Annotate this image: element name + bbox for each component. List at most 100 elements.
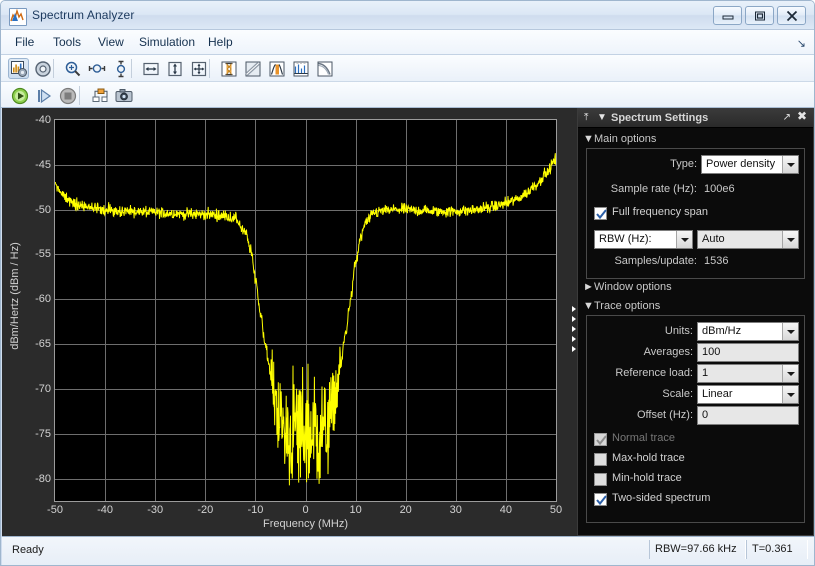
x-axis-tick: -50 — [47, 504, 63, 516]
zoom-y-icon[interactable] — [110, 58, 131, 79]
menu-file[interactable]: File — [13, 35, 36, 49]
peak-finder-icon[interactable] — [242, 58, 263, 79]
menu-help[interactable]: Help — [206, 35, 235, 49]
offset-input[interactable]: 0 — [697, 406, 799, 425]
scale-axes-limits-icon[interactable] — [188, 58, 209, 79]
chevron-down-icon[interactable] — [782, 231, 798, 248]
averages-input[interactable]: 100 — [697, 343, 799, 362]
rbw-mode-value: RBW (Hz): — [599, 233, 652, 245]
chevron-down-icon[interactable] — [782, 323, 798, 340]
chevron-down-icon[interactable] — [782, 365, 798, 382]
caret-expanded-icon: ▼ — [583, 300, 594, 312]
section-window-options[interactable]: ►Window options — [583, 281, 672, 293]
panel-title: Spectrum Settings — [611, 112, 708, 124]
channel-measurements-icon[interactable] — [266, 58, 287, 79]
checkbox-box[interactable] — [594, 493, 607, 506]
reference-load-value: 1 — [702, 367, 708, 379]
x-axis-tick: 10 — [349, 504, 361, 516]
minimize-button[interactable] — [713, 6, 742, 25]
spectrum-settings-icon[interactable] — [32, 58, 53, 79]
status-bar: Ready RBW=97.66 kHz T=0.361 — [2, 536, 814, 565]
plot-axes[interactable]: -40-45-50-55-60-65-70-75-80 -50-40-30-20… — [54, 119, 557, 502]
x-axis-label: Frequency (MHz) — [54, 518, 557, 530]
toolbar-separator — [79, 86, 80, 105]
distortion-measurements-icon[interactable] — [290, 58, 311, 79]
checkbox-box[interactable] — [594, 207, 607, 220]
zoom-in-icon[interactable] — [62, 58, 83, 79]
simulink-model-icon[interactable] — [89, 85, 110, 106]
y-axis-label: dBm/Hertz (dBm / Hz) — [9, 221, 21, 371]
section-trace-options[interactable]: ▼Trace options — [583, 300, 660, 312]
x-axis-tick: -20 — [197, 504, 213, 516]
chevron-down-icon[interactable] — [782, 156, 798, 173]
ccdf-measurements-icon[interactable] — [314, 58, 335, 79]
menu-simulation[interactable]: Simulation — [137, 35, 197, 49]
step-forward-icon[interactable] — [33, 85, 54, 106]
averages-value: 100 — [702, 346, 720, 358]
y-axis-tick: -80 — [35, 473, 51, 485]
pin-icon[interactable]: ⤒ — [584, 112, 588, 123]
checkbox-box[interactable] — [594, 433, 607, 446]
maximize-button[interactable] — [745, 6, 774, 25]
section-label: Main options — [594, 133, 656, 145]
autoscale-x-icon[interactable] — [140, 58, 161, 79]
rbw-value: Auto — [702, 233, 725, 245]
status-message: Ready — [12, 544, 44, 556]
chevron-down-icon[interactable] — [676, 231, 692, 248]
toolbar-separator — [209, 59, 210, 78]
spectrum-settings-panel: ⤒ ▼ Spectrum Settings ↗ ✖ ▼Main options … — [577, 108, 814, 536]
undock-arrow-icon[interactable]: ↗ — [783, 112, 791, 123]
chevron-down-icon[interactable]: ▼ — [597, 112, 607, 123]
cursor-measurements-icon[interactable] — [218, 58, 239, 79]
caret-collapsed-icon: ► — [583, 281, 594, 293]
rbw-mode-select[interactable]: RBW (Hz): — [594, 230, 693, 249]
y-axis-tick: -70 — [35, 383, 51, 395]
close-icon[interactable]: ✖ — [797, 111, 807, 122]
run-icon[interactable] — [9, 85, 30, 106]
offset-value: 0 — [702, 409, 708, 421]
full-frequency-span-label: Full frequency span — [612, 206, 708, 218]
stop-icon[interactable] — [57, 85, 78, 106]
chevron-down-icon[interactable] — [782, 386, 798, 403]
configuration-properties-icon[interactable] — [8, 58, 29, 79]
menu-tools[interactable]: Tools — [51, 35, 83, 49]
sample-rate-value: 100e6 — [704, 183, 735, 195]
spectrum-trace — [55, 120, 556, 501]
type-value: Power density — [706, 158, 775, 170]
zoom-x-icon[interactable] — [86, 58, 107, 79]
y-axis-tick: -60 — [35, 293, 51, 305]
trace-options-group: Units: dBm/Hz Averages: 100 Reference lo… — [586, 315, 805, 523]
x-axis-tick: 30 — [450, 504, 462, 516]
section-label: Window options — [594, 281, 672, 293]
scale-value: Linear — [702, 388, 733, 400]
x-axis-tick: -40 — [97, 504, 113, 516]
type-select[interactable]: Power density — [701, 155, 799, 174]
main-toolbar — [1, 55, 814, 82]
reference-load-select[interactable]: 1 — [697, 364, 799, 383]
spectrum-plot[interactable]: dBm/Hertz (dBm / Hz) Frequency (MHz) -40… — [2, 108, 572, 536]
y-axis-tick: -65 — [35, 338, 51, 350]
offset-label: Offset (Hz): — [587, 409, 693, 421]
scale-label: Scale: — [587, 388, 693, 400]
checkbox-box[interactable] — [594, 453, 607, 466]
window-title: Spectrum Analyzer — [32, 8, 134, 22]
toolbar-separator — [53, 59, 54, 78]
y-axis-tick: -45 — [35, 159, 51, 171]
undock-arrow-icon[interactable]: ↘ — [797, 37, 806, 50]
close-button[interactable] — [777, 6, 806, 25]
rbw-value-select[interactable]: Auto — [697, 230, 799, 249]
x-axis-tick: 0 — [302, 504, 308, 516]
units-select[interactable]: dBm/Hz — [697, 322, 799, 341]
min-hold-trace-label: Min-hold trace — [612, 472, 682, 484]
panel-header: ⤒ ▼ Spectrum Settings ↗ ✖ — [578, 109, 813, 128]
section-main-options[interactable]: ▼Main options — [583, 133, 656, 145]
autoscale-y-icon[interactable] — [164, 58, 185, 79]
y-axis-tick: -40 — [35, 114, 51, 126]
snapshot-icon[interactable] — [113, 85, 134, 106]
x-axis-tick: 50 — [550, 504, 562, 516]
trace-normal — [55, 153, 556, 485]
checkbox-box[interactable] — [594, 473, 607, 486]
menu-view[interactable]: View — [96, 35, 126, 49]
scale-select[interactable]: Linear — [697, 385, 799, 404]
status-rbw: RBW=97.66 kHz — [649, 540, 746, 559]
